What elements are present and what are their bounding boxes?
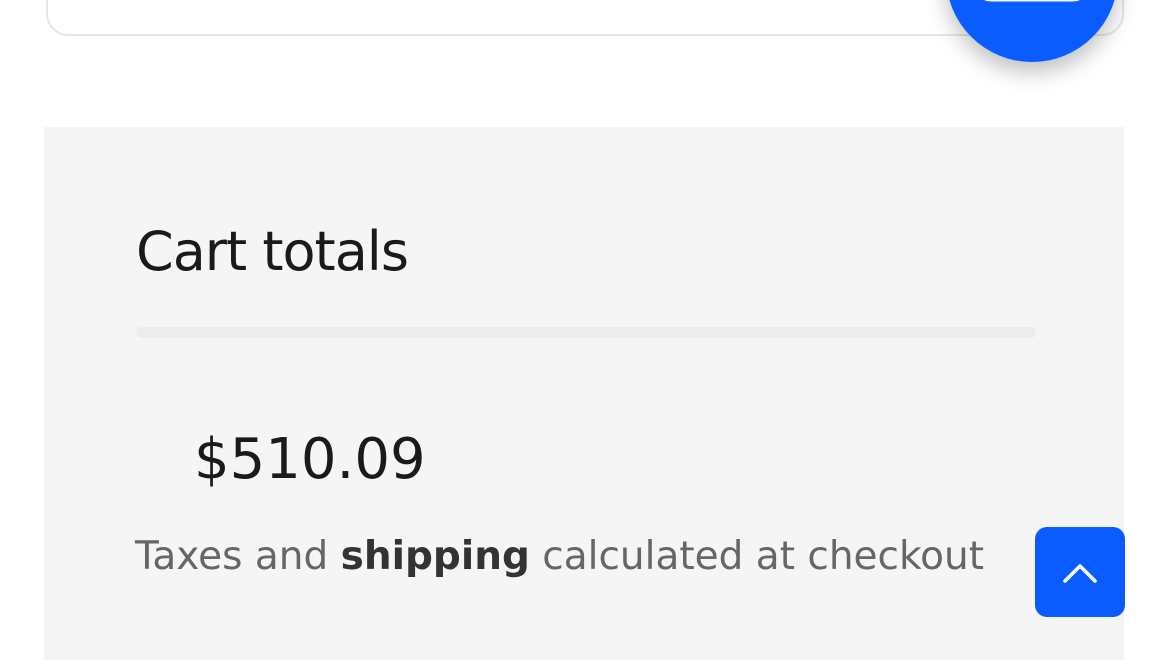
cart-total-amount: $510.09 xyxy=(194,427,426,492)
page: Cart totals $510.09 Taxes and shipping c… xyxy=(0,0,1170,660)
checkout-note: Taxes and shipping calculated at checkou… xyxy=(135,534,984,581)
cart-totals-panel: Cart totals $510.09 Taxes and shipping c… xyxy=(44,127,1124,660)
cart-icon xyxy=(984,0,1080,2)
note-text-bold: shipping xyxy=(340,534,530,579)
cart-totals-title: Cart totals xyxy=(136,220,409,283)
note-text-after: calculated at checkout xyxy=(542,534,985,579)
floating-cart-button[interactable] xyxy=(946,0,1118,62)
back-to-top-button[interactable] xyxy=(1035,527,1125,617)
note-text-before: Taxes and xyxy=(135,534,329,579)
chevron-up-icon xyxy=(1063,564,1097,583)
divider xyxy=(136,327,1036,338)
